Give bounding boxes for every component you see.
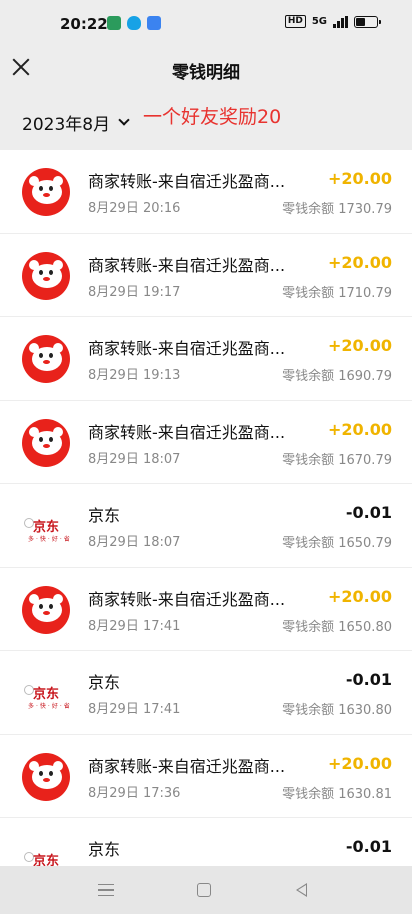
system-navigation-bar <box>0 866 412 914</box>
back-icon[interactable] <box>296 883 307 897</box>
balance-after: 零钱余额 1670.79 <box>282 452 392 468</box>
notification-icons <box>107 16 161 30</box>
page-title: 零钱明细 <box>172 63 240 83</box>
filter-bar: 2023年8月 一个好友奖励20 <box>0 92 412 150</box>
transaction-list: 商家转账-来自宿迁兆盈商... 8月29日 20:16 +20.00 零钱余额 173… <box>0 150 412 866</box>
status-bar: 20:22 HD 5G <box>0 0 412 48</box>
jd-mascot-avatar <box>22 335 70 383</box>
transaction-time: 8月29日 17:41 <box>88 618 181 634</box>
jd-logo-tagline: 多·快·好·省 <box>28 703 72 710</box>
battery-icon <box>354 15 381 28</box>
transaction-time: 8月29日 19:17 <box>88 284 181 300</box>
transaction-row[interactable]: 商家转账-来自宿迁兆盈商... 8月29日 19:13 +20.00 零钱余额 169… <box>0 317 412 401</box>
balance-after: 零钱余额 1630.81 <box>282 786 392 802</box>
jd-logo-tagline: 多·快·好·省 <box>28 536 72 543</box>
transaction-row[interactable]: 商家转账-来自宿迁兆盈商... 8月29日 19:17 +20.00 零钱余额 171… <box>0 234 412 317</box>
jd-store-avatar: 京东 <box>22 836 70 866</box>
transaction-amount: +20.00 <box>327 169 392 188</box>
transaction-row[interactable]: 京东 多·快·好·省 京东 8月29日 17:41 -0.01 零钱余额 1630.80 <box>0 651 412 735</box>
transaction-amount: -0.01 <box>345 837 392 856</box>
balance-after: 零钱余额 1730.79 <box>282 202 392 217</box>
transaction-title: 商家转账-来自宿迁兆盈商... <box>88 756 286 776</box>
transaction-amount: -0.01 <box>345 670 392 689</box>
transaction-amount: +20.00 <box>327 586 392 606</box>
transaction-title: 京东 <box>88 506 121 525</box>
transaction-time: 8月29日 18:07 <box>88 451 181 467</box>
jd-mascot-avatar <box>22 251 70 300</box>
chevron-down-icon <box>118 114 130 126</box>
jd-mascot-avatar <box>22 418 70 467</box>
balance-after: 零钱余额 1710.79 <box>282 285 392 301</box>
qq-notification-icon <box>127 16 141 30</box>
transaction-amount: +20.00 <box>327 252 392 272</box>
navigation-bar: 零钱明细 <box>0 48 412 92</box>
transaction-amount: -0.01 <box>345 503 392 522</box>
app-notification-icon <box>107 16 121 30</box>
app-notification-icon <box>147 16 161 30</box>
transaction-title: 京东 <box>88 673 121 692</box>
transaction-row[interactable]: 商家转账-来自宿迁兆盈商... 8月29日 18:07 +20.00 零钱余额 167… <box>0 401 412 484</box>
jd-mascot-avatar <box>22 585 70 634</box>
jd-logo-text: 京东 <box>33 854 60 866</box>
transaction-title: 商家转账-来自宿迁兆盈商... <box>88 589 286 609</box>
transaction-title: 商家转账-来自宿迁兆盈商... <box>88 255 286 275</box>
transaction-row[interactable]: 商家转账-来自宿迁兆盈商... 8月29日 20:16 +20.00 零钱余额 173… <box>0 150 412 234</box>
jd-mascot-avatar <box>22 752 70 801</box>
transaction-title: 京东 <box>88 840 121 859</box>
transaction-amount: +20.00 <box>327 753 392 773</box>
transaction-title: 商家转账-来自宿迁兆盈商... <box>88 422 286 442</box>
transaction-time: 8月29日 17:41 <box>88 702 181 717</box>
battery-level <box>356 17 365 26</box>
month-selector[interactable]: 2023年8月 <box>22 110 130 135</box>
transaction-time: 8月29日 18:07 <box>88 535 181 550</box>
jd-store-avatar: 京东 多·快·好·省 <box>22 502 70 550</box>
jd-logo-text: 京东 <box>33 687 60 702</box>
transaction-row[interactable]: 商家转账-来自宿迁兆盈商... 8月29日 17:36 +20.00 零钱余额 163… <box>0 735 412 818</box>
home-icon[interactable] <box>197 883 211 897</box>
status-time: 20:22 <box>60 15 108 33</box>
transaction-row[interactable]: 京东 京东 -0.01 <box>0 818 412 866</box>
jd-logo-text: 京东 <box>33 520 60 535</box>
transaction-amount: +20.00 <box>327 336 392 355</box>
transaction-row[interactable]: 京东 多·快·好·省 京东 8月29日 18:07 -0.01 零钱余额 1650.79 <box>0 484 412 568</box>
balance-after: 零钱余额 1650.79 <box>282 536 392 551</box>
jd-store-avatar: 京东 多·快·好·省 <box>22 669 70 717</box>
transaction-title: 商家转账-来自宿迁兆盈商... <box>88 339 286 358</box>
status-indicators: HD 5G <box>284 15 381 28</box>
transaction-time: 8月29日 19:13 <box>88 368 181 383</box>
transaction-amount: +20.00 <box>327 419 392 439</box>
hd-icon: HD <box>284 15 306 28</box>
balance-after: 零钱余额 1650.80 <box>282 619 392 635</box>
jd-mascot-avatar <box>22 168 70 216</box>
transaction-time: 8月29日 20:16 <box>88 201 181 216</box>
network-label: 5G <box>311 16 327 27</box>
annotation-text: 一个好友奖励20 <box>143 106 282 128</box>
transaction-row[interactable]: 商家转账-来自宿迁兆盈商... 8月29日 17:41 +20.00 零钱余额 165… <box>0 568 412 651</box>
balance-after: 零钱余额 1690.79 <box>282 369 392 384</box>
transaction-time: 8月29日 17:36 <box>88 785 181 801</box>
menu-icon[interactable] <box>98 884 114 896</box>
month-label: 2023年8月 <box>22 115 111 135</box>
balance-after: 零钱余额 1630.80 <box>282 703 392 718</box>
signal-icon <box>333 15 348 28</box>
transaction-title: 商家转账-来自宿迁兆盈商... <box>88 172 286 191</box>
